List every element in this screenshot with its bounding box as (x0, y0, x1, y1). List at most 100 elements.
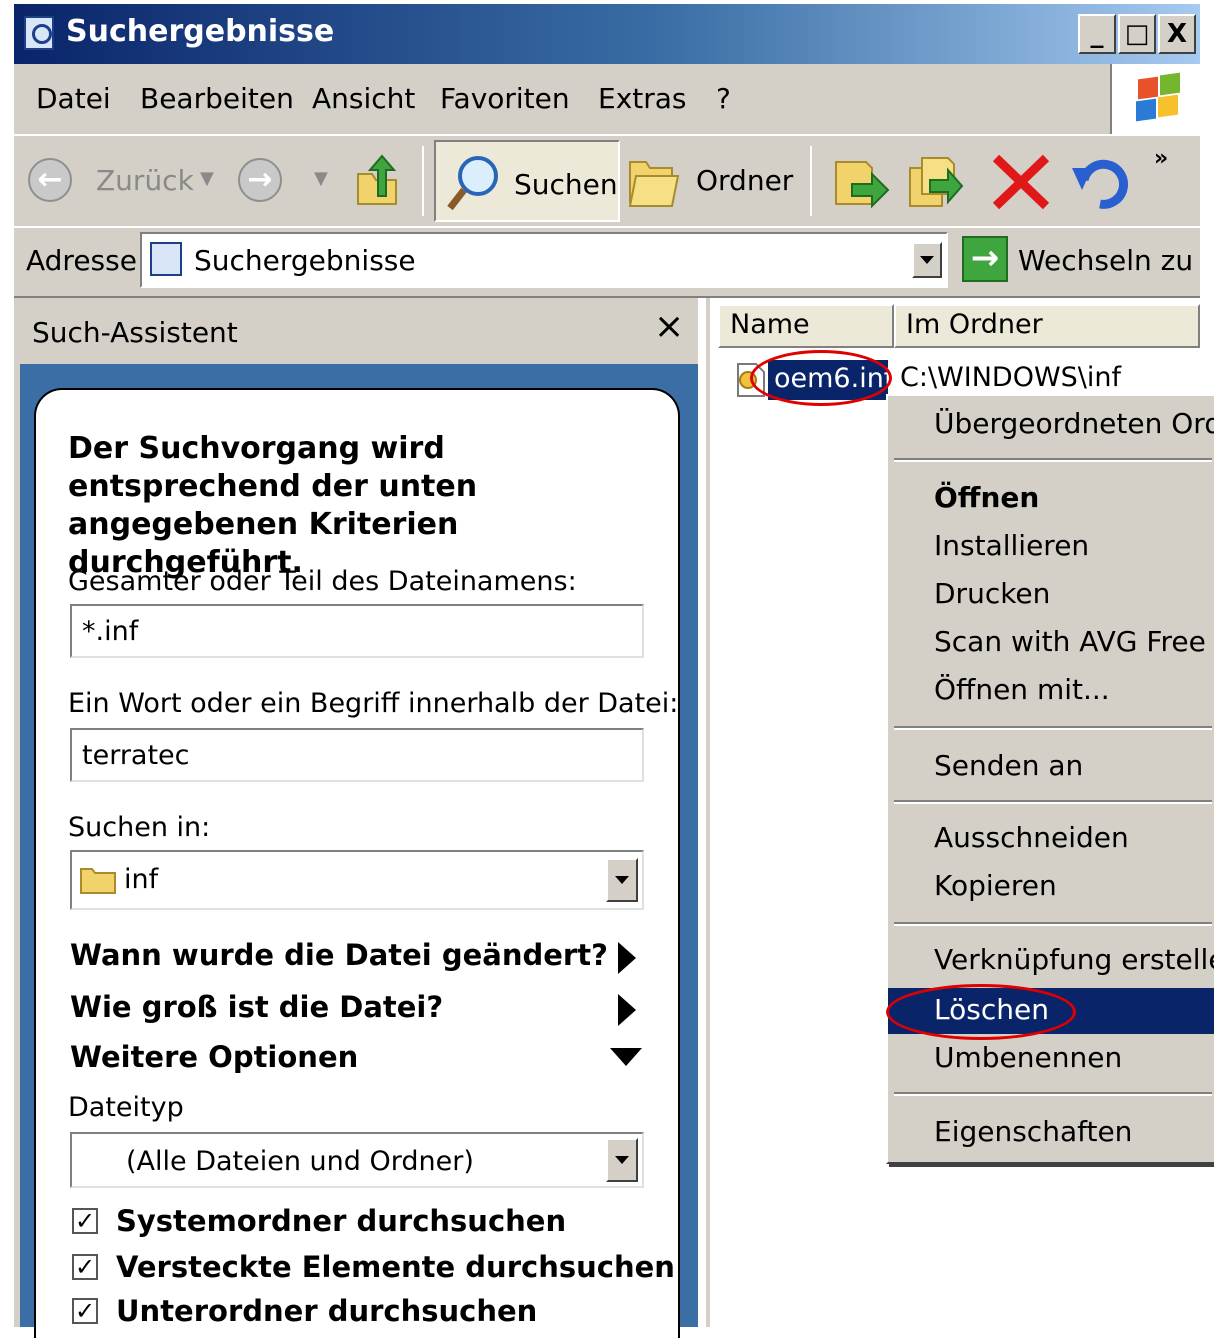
search-assistant-title: Such-Assistent (32, 316, 238, 349)
checkbox-label: Systemordner durchsuchen (116, 1204, 567, 1238)
ctx-send-to[interactable]: Senden an (888, 744, 1214, 790)
menu-datei[interactable]: Datei (36, 82, 111, 115)
lookin-select[interactable]: inf (70, 850, 644, 910)
column-header-name[interactable]: Name (718, 304, 894, 348)
checkbox-label: Versteckte Elemente durchsuchen (116, 1250, 675, 1284)
size-section[interactable]: Wie groß ist die Datei? (70, 990, 650, 1030)
when-modified-label: Wann wurde die Datei geändert? (70, 938, 608, 972)
ctx-print[interactable]: Drucken (888, 572, 1214, 618)
address-value: Suchergebnisse (194, 244, 416, 277)
filetype-dropdown-button[interactable] (606, 1138, 638, 1182)
magnifier-icon (444, 152, 500, 212)
checkbox-hidden-items[interactable]: ✓ Versteckte Elemente durchsuchen (70, 1250, 675, 1290)
lookin-label: Suchen in: (68, 812, 211, 843)
checkbox-system-folders[interactable]: ✓ Systemordner durchsuchen (70, 1204, 650, 1244)
toolbar-separator (422, 146, 424, 216)
menu-bar: Datei Bearbeiten Ansicht Favoriten Extra… (14, 64, 1200, 136)
close-button[interactable]: X (1158, 14, 1196, 54)
ctx-scan-avg[interactable]: Scan with AVG Free (888, 620, 1214, 666)
lookin-value: inf (124, 864, 159, 895)
annotation-circle-file (750, 350, 892, 406)
column-header-folder[interactable]: Im Ordner (894, 304, 1200, 348)
forward-arrow-icon[interactable]: → (238, 158, 282, 202)
ctx-install[interactable]: Installieren (888, 524, 1214, 570)
checkbox-label: Unterordner durchsuchen (116, 1294, 538, 1328)
filetype-select[interactable]: (Alle Dateien und Ordner) (70, 1132, 644, 1188)
checkbox-subfolders[interactable]: ✓ Unterordner durchsuchen (70, 1294, 650, 1334)
address-bar: Adresse Suchergebnisse → Wechseln zu (14, 228, 1200, 298)
checkbox-checked-icon[interactable]: ✓ (72, 1208, 98, 1234)
search-assistant-header: Such-Assistent × (14, 298, 698, 364)
ctx-open-with[interactable]: Öffnen mit... (888, 668, 1214, 714)
expand-down-icon (610, 1048, 642, 1066)
annotation-circle-delete (886, 984, 1076, 1040)
context-menu: Übergeordneten Ordn Öffnen Installieren … (886, 394, 1214, 1164)
ctx-separator (894, 1092, 1212, 1096)
menu-favoriten[interactable]: Favoriten (440, 82, 570, 115)
ctx-cut[interactable]: Ausschneiden (888, 816, 1214, 862)
back-arrow-icon[interactable]: ← (28, 158, 72, 202)
move-to-icon[interactable] (832, 154, 890, 210)
folders-icon[interactable] (626, 152, 682, 210)
search-results-window-icon (24, 16, 54, 50)
folders-button-label[interactable]: Ordner (696, 164, 793, 197)
ctx-properties[interactable]: Eigenschaften (888, 1110, 1214, 1156)
undo-icon[interactable] (1070, 154, 1130, 210)
filetype-value: (Alle Dateien und Ordner) (126, 1146, 474, 1177)
ctx-separator (894, 458, 1212, 462)
size-label: Wie groß ist die Datei? (70, 990, 444, 1024)
minimize-button[interactable]: _ (1078, 14, 1116, 54)
ctx-open[interactable]: Öffnen (888, 476, 1214, 522)
address-field[interactable]: Suchergebnisse (140, 232, 948, 288)
toolbar-overflow-chevron[interactable]: » (1154, 146, 1168, 171)
ctx-separator (894, 800, 1212, 804)
expand-right-icon (618, 994, 636, 1026)
window-title: Suchergebnisse (66, 14, 335, 49)
menu-ansicht[interactable]: Ansicht (312, 82, 415, 115)
windows-logo-icon (1110, 64, 1200, 134)
forward-dropdown-icon[interactable]: ▼ (314, 168, 328, 189)
expand-right-icon (618, 942, 636, 974)
folder-icon (80, 866, 116, 894)
ctx-separator (894, 922, 1212, 926)
menu-bearbeiten[interactable]: Bearbeiten (140, 82, 294, 115)
filename-label: Gesamter oder Teil des Dateinamens: (68, 566, 577, 597)
ctx-create-shortcut[interactable]: Verknüpfung erstellen (888, 938, 1214, 984)
menu-extras[interactable]: Extras (598, 82, 687, 115)
ctx-open-parent-folder[interactable]: Übergeordneten Ordn (888, 402, 1214, 448)
address-label: Adresse (26, 244, 137, 277)
filename-value: *.inf (82, 616, 139, 647)
copy-to-icon[interactable] (906, 154, 964, 210)
word-label: Ein Wort oder ein Begriff innerhalb der … (68, 688, 679, 719)
go-arrow-icon[interactable]: → (962, 236, 1008, 282)
menu-help[interactable]: ? (716, 82, 731, 115)
close-pane-icon[interactable]: × (654, 306, 684, 347)
more-options-label: Weitere Optionen (70, 1040, 359, 1074)
ctx-copy[interactable]: Kopieren (888, 864, 1214, 910)
search-results-icon (150, 242, 182, 276)
address-dropdown-button[interactable] (912, 242, 942, 278)
more-options-section[interactable]: Weitere Optionen (70, 1040, 650, 1080)
maximize-button[interactable]: □ (1118, 14, 1156, 54)
back-dropdown-icon[interactable]: ▼ (200, 168, 214, 189)
ctx-rename[interactable]: Umbenennen (888, 1036, 1214, 1082)
lookin-dropdown-button[interactable] (606, 858, 638, 902)
checkbox-checked-icon[interactable]: ✓ (72, 1298, 98, 1324)
toolbar-separator (810, 146, 812, 216)
word-input[interactable]: terratec (70, 728, 644, 782)
filename-input[interactable]: *.inf (70, 604, 644, 658)
word-value: terratec (82, 740, 190, 771)
title-bar[interactable]: Suchergebnisse _ □ X (14, 4, 1200, 64)
ctx-separator (894, 726, 1212, 730)
result-row-folder[interactable]: C:\WINDOWS\inf (900, 362, 1121, 393)
up-folder-icon[interactable] (354, 152, 400, 208)
back-button-label[interactable]: Zurück (96, 164, 194, 197)
when-modified-section[interactable]: Wann wurde die Datei geändert? (70, 938, 650, 978)
search-intro-text: Der Suchvorgang wird entsprechend der un… (68, 431, 478, 580)
delete-icon[interactable] (990, 152, 1052, 212)
search-button[interactable]: Suchen (434, 140, 620, 222)
go-button-label[interactable]: Wechseln zu (1018, 244, 1193, 277)
search-criteria-card: Der Suchvorgang wird entsprechend der un… (34, 388, 680, 1338)
checkbox-checked-icon[interactable]: ✓ (72, 1254, 98, 1280)
filetype-label: Dateityp (68, 1092, 184, 1123)
